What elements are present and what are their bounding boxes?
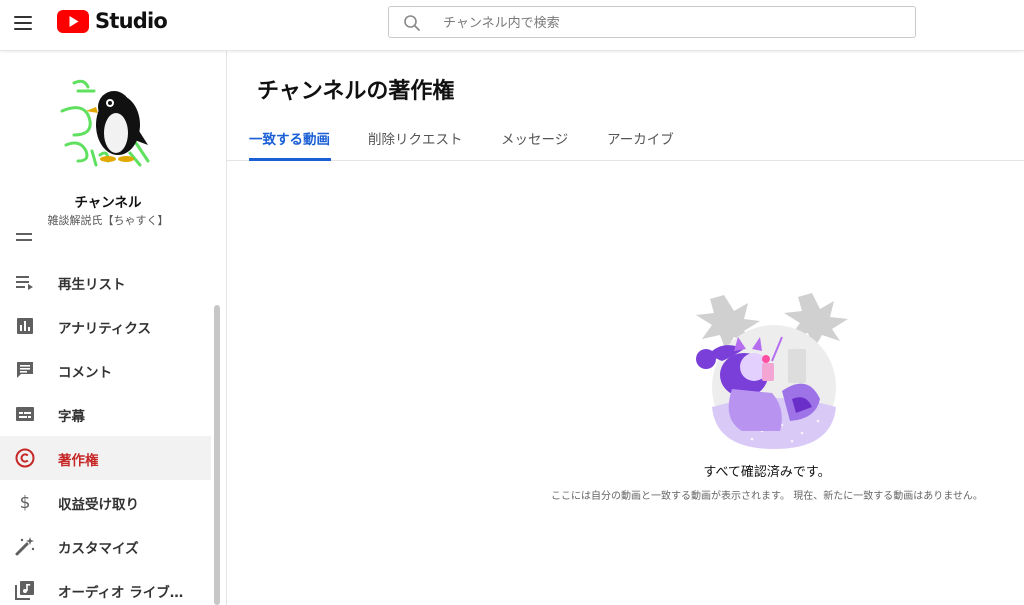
hamburger-menu-icon[interactable] xyxy=(14,12,36,34)
sidebar: チャンネル 雑談解説氏【ちゃすく】 再生リスト アナリティクス コメント 字幕 … xyxy=(0,51,227,605)
sidebar-item-label: アナリティクス xyxy=(58,321,152,337)
sidebar-item-monetization[interactable]: $ 収益受け取り xyxy=(0,480,211,524)
channel-profile: チャンネル 雑談解説氏【ちゃすく】 xyxy=(0,51,216,231)
copyright-icon xyxy=(15,448,35,468)
tab-label: 削除リクエスト xyxy=(368,132,463,148)
analytics-icon xyxy=(17,318,33,334)
svg-text:$: $ xyxy=(20,493,31,513)
sidebar-item-label: カスタマイズ xyxy=(58,541,139,557)
sidebar-scrollbar[interactable] xyxy=(214,305,220,605)
sidebar-item-label: 著作権 xyxy=(58,453,99,469)
empty-state-title: すべて確認済みです。 xyxy=(703,465,831,480)
magic-wand-icon xyxy=(15,537,35,556)
studio-logo[interactable]: Studio xyxy=(57,9,168,33)
tab-bar: 一致する動画 削除リクエスト メッセージ アーカイブ xyxy=(227,119,1024,161)
sidebar-item-label: 再生リスト xyxy=(58,277,126,293)
tab-removal-requests[interactable]: 削除リクエスト xyxy=(368,119,463,160)
tab-label: 一致する動画 xyxy=(249,132,330,148)
tab-label: アーカイブ xyxy=(607,132,674,148)
sidebar-item-label: コメント xyxy=(58,365,112,381)
search-icon[interactable] xyxy=(403,14,421,32)
sidebar-item-copyright[interactable]: 著作権 xyxy=(0,436,211,480)
sidebar-item-analytics[interactable]: アナリティクス xyxy=(0,304,211,348)
sidebar-item-subtitles[interactable]: 字幕 xyxy=(0,392,211,436)
tab-messages[interactable]: メッセージ xyxy=(501,119,568,160)
tab-archive[interactable]: アーカイブ xyxy=(607,119,674,160)
all-caught-up-illustration xyxy=(696,293,848,449)
partially-hidden-nav-item xyxy=(14,233,134,243)
subtitles-icon xyxy=(16,407,34,421)
top-bar: Studio xyxy=(0,0,1024,51)
empty-state-description: ここには自分の動画と一致する動画が表示されます。 現在、新たに一致する動画はあり… xyxy=(551,491,983,502)
sidebar-nav: 再生リスト アナリティクス コメント 字幕 著作権 $ 収益受け取り カスタマイ… xyxy=(0,260,211,605)
channel-avatar[interactable] xyxy=(56,73,156,173)
comment-icon xyxy=(17,362,33,378)
channel-subtitle: 雑談解説氏【ちゃすく】 xyxy=(47,214,169,227)
sidebar-item-customization[interactable]: カスタマイズ xyxy=(0,524,211,568)
search-box[interactable] xyxy=(388,6,916,39)
page-title: チャンネルの著作権 xyxy=(257,79,455,104)
audio-library-icon xyxy=(15,581,34,600)
sidebar-item-label: 字幕 xyxy=(58,409,85,425)
sidebar-item-playlists[interactable]: 再生リスト xyxy=(0,260,211,304)
sidebar-item-comments[interactable]: コメント xyxy=(0,348,211,392)
channel-title: チャンネル xyxy=(74,195,142,211)
playlist-icon xyxy=(16,276,33,290)
tab-matches[interactable]: 一致する動画 xyxy=(249,119,331,161)
sidebar-item-audio-library[interactable]: オーディオ ライブ… xyxy=(0,568,211,605)
tab-label: メッセージ xyxy=(501,132,569,148)
sidebar-item-label: 収益受け取り xyxy=(58,497,139,513)
main-content: チャンネルの著作権 一致する動画 削除リクエスト メッセージ アーカイブ すべて… xyxy=(227,51,1024,605)
dollar-icon: $ xyxy=(20,493,31,513)
logo-text: Studio xyxy=(95,9,168,33)
search-input[interactable] xyxy=(441,7,905,39)
sidebar-item-label: オーディオ ライブ… xyxy=(58,585,184,601)
youtube-logo-icon xyxy=(57,9,89,33)
